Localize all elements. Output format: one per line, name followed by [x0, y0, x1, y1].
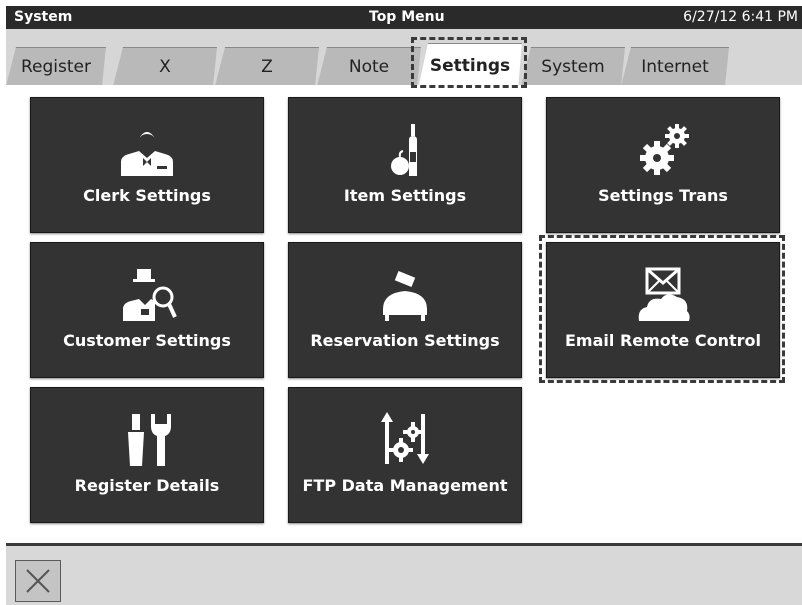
item-icon	[391, 124, 417, 176]
tile-label: Item Settings	[343, 186, 467, 205]
email-icon	[638, 267, 690, 321]
clerk-icon	[121, 132, 173, 176]
tile-email-remote-control[interactable]: Email Remote Control	[546, 242, 780, 378]
tile-label: Email Remote Control	[565, 331, 761, 350]
tab-internet[interactable]: Internet	[621, 47, 729, 86]
title-bar: System Top Menu 6/27/12 6:41 PM	[6, 6, 802, 29]
tab-z[interactable]: Z	[215, 47, 319, 86]
close-icon	[26, 569, 50, 593]
tile-label: Settings Trans	[598, 186, 728, 205]
tile-label: Customer Settings	[63, 331, 231, 350]
menu-grid: Clerk Settings Item Settings Settings Tr…	[6, 85, 802, 546]
ftp-icon	[381, 412, 429, 464]
title-center: Top Menu	[369, 9, 445, 25]
tile-register-details[interactable]: Register Details	[30, 387, 264, 523]
tile-item-settings[interactable]: Item Settings	[288, 97, 522, 233]
tile-label: Register Details	[74, 476, 220, 495]
tab-settings[interactable]: Settings	[418, 43, 522, 89]
title-left: System	[14, 9, 73, 25]
tile-clerk-settings[interactable]: Clerk Settings	[30, 97, 264, 233]
reservation-icon	[383, 268, 427, 321]
close-button[interactable]	[15, 560, 61, 602]
title-datetime: 6/27/12 6:41 PM	[683, 9, 798, 25]
gears-icon	[640, 124, 689, 175]
tab-strip: Register X Z Note Settings System Intern…	[6, 29, 802, 88]
tile-label: FTP Data Management	[302, 476, 508, 495]
tile-label: Reservation Settings	[310, 331, 500, 350]
tile-ftp-data-management[interactable]: FTP Data Management	[288, 387, 522, 523]
tab-x[interactable]: X	[113, 47, 217, 86]
tile-reservation-settings[interactable]: Reservation Settings	[288, 242, 522, 378]
tab-system[interactable]: System	[521, 47, 625, 86]
tab-note[interactable]: Note	[317, 47, 421, 86]
tab-register[interactable]: Register	[6, 47, 106, 86]
screen: System Top Menu 6/27/12 6:41 PM Register…	[6, 6, 802, 605]
tile-customer-settings[interactable]: Customer Settings	[30, 242, 264, 378]
customer-icon	[123, 269, 177, 321]
tile-label: Clerk Settings	[83, 186, 211, 205]
tile-settings-trans[interactable]: Settings Trans	[546, 97, 780, 233]
tools-icon	[128, 414, 171, 466]
bottom-bar	[6, 546, 802, 605]
